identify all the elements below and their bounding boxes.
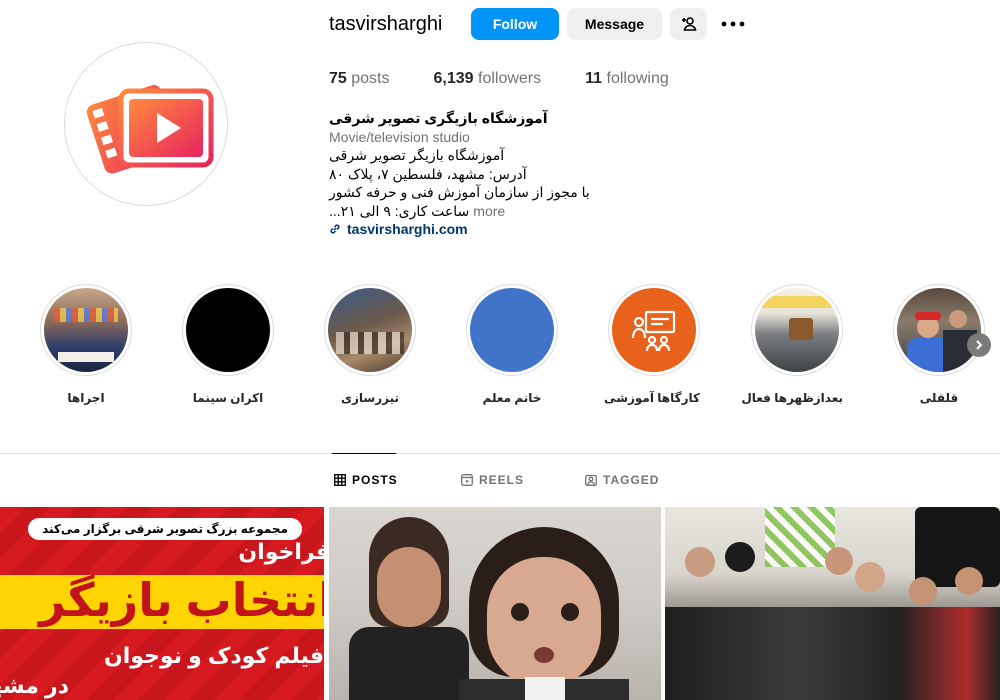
post-heading-1: فراخوان: [238, 539, 324, 564]
post-photo-group: [665, 507, 1000, 700]
tab-tagged-label: TAGGED: [603, 473, 660, 487]
highlight-label: قلقلی: [919, 391, 959, 405]
follow-button[interactable]: Follow: [471, 8, 559, 40]
posts-count: 75: [329, 70, 347, 87]
reels-icon: [461, 474, 473, 486]
highlight-label: اجراها: [67, 391, 105, 405]
highlight-label: تیزرسازی: [341, 391, 399, 405]
link-icon: [330, 224, 340, 234]
highlight-label: اکران سینما: [192, 391, 264, 405]
more-options-button[interactable]: [716, 10, 750, 38]
post-photo-child-actor: [329, 507, 661, 700]
tab-posts[interactable]: POSTS: [334, 473, 398, 487]
bio-line: با مجوز از سازمان آموزش فنی و حرفه کشور: [329, 184, 590, 200]
profile-username: tasvirsharghi: [329, 13, 443, 35]
message-button[interactable]: Message: [567, 8, 662, 40]
highlight-item[interactable]: اجراها: [40, 284, 132, 405]
more-dots-icon: [721, 21, 745, 27]
highlight-label: خانم معلم: [482, 391, 542, 405]
highlight-ring: [466, 284, 558, 376]
tab-posts-label: POSTS: [352, 473, 398, 487]
stage-performance-photo-icon: [44, 288, 128, 372]
bio-more-link[interactable]: more: [473, 202, 505, 221]
bio-line: آدرس: مشهد، فلسطین ۷، پلاک ۸۰: [329, 165, 527, 182]
tab-reels-label: REELS: [479, 473, 525, 487]
tagged-icon: [585, 474, 597, 486]
post-top-text: مجموعه بزرگ تصویر شرقی برگزار می‌کند: [28, 518, 302, 540]
post-heading-2: انتخاب بازیگر: [39, 574, 324, 626]
highlight-item[interactable]: بعدازظهرها فعال: [741, 284, 843, 405]
followers-stat[interactable]: 6,139 followers: [434, 70, 542, 88]
post-heading-4: در مشهد: [0, 673, 69, 698]
highlight-item[interactable]: اکران سینما: [182, 284, 274, 405]
suggested-accounts-button[interactable]: [670, 8, 707, 40]
classroom-photo-icon: [755, 288, 839, 372]
tab-tagged[interactable]: TAGGED: [585, 473, 659, 487]
presentation-icon: [612, 288, 696, 372]
profile-bio: آموزشگاه بازیگری تصویر شرقی Movie/televi…: [329, 109, 599, 239]
bio-full-name: آموزشگاه بازیگری تصویر شرقی: [329, 110, 548, 126]
highlight-ring: [40, 284, 132, 376]
highlight-item[interactable]: کارگاها آموزشی: [604, 284, 700, 405]
add-person-icon: [681, 17, 696, 31]
bio-website-text: tasvirsharghi.com: [347, 221, 468, 237]
highlight-item[interactable]: خانم معلم: [466, 284, 558, 405]
bio-last-line: ساعت کاری: ۹ الی ۲۱... more: [329, 202, 599, 221]
grid-icon: [334, 474, 346, 486]
post-heading-3: فیلم کودک و نوجوان: [103, 643, 324, 668]
followers-label: followers: [478, 70, 542, 87]
highlight-item[interactable]: تیزرسازی: [324, 284, 416, 405]
post-thumbnail[interactable]: [329, 507, 661, 700]
profile-avatar[interactable]: [64, 42, 228, 206]
highlight-ring: [751, 284, 843, 376]
post-yellow-band: انتخاب بازیگر: [0, 574, 324, 629]
film-play-logo-icon: [86, 85, 214, 174]
bio-category: Movie/television studio: [329, 128, 470, 145]
people-photo-icon: [897, 288, 981, 372]
following-label: following: [606, 70, 669, 87]
post-thumbnail[interactable]: [665, 507, 1000, 700]
bio-line: ساعت کاری: ۹ الی ۲۱...: [329, 202, 470, 219]
profile-stats: 75 posts 6,139 followers 11 following: [329, 70, 713, 88]
posts-stat: 75 posts: [329, 70, 390, 88]
posts-label: posts: [351, 70, 390, 87]
bio-website-link[interactable]: tasvirsharghi.com: [329, 220, 599, 239]
highlights-next-button[interactable]: [967, 333, 991, 357]
bio-line: آموزشگاه بازیگر تصویر شرقی: [329, 147, 505, 163]
highlight-ring: [893, 284, 985, 376]
followers-count: 6,139: [433, 70, 474, 87]
highlight-ring: [324, 284, 416, 376]
tabs-divider: [0, 453, 1000, 454]
blue-sky-icon: [470, 288, 554, 372]
post-thumbnail[interactable]: مجموعه بزرگ تصویر شرقی برگزار می‌کند فرا…: [0, 507, 324, 700]
highlight-ring: [182, 284, 274, 376]
highlight-ring: [608, 284, 700, 376]
following-stat[interactable]: 11 following: [585, 70, 669, 88]
active-tab-indicator: [332, 453, 396, 454]
black-circle-icon: [186, 288, 270, 372]
tab-reels[interactable]: REELS: [461, 473, 524, 487]
film-set-photo-icon: [328, 288, 412, 372]
highlight-label: بعدازظهرها فعال: [741, 391, 843, 405]
chevron-right-icon: [976, 340, 983, 350]
following-count: 11: [585, 70, 603, 87]
highlight-label: کارگاها آموزشی: [604, 391, 700, 405]
